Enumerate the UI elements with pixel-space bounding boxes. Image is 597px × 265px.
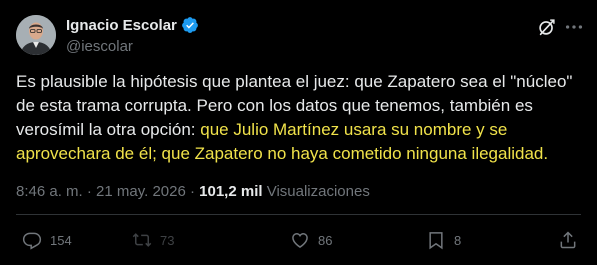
share-icon xyxy=(560,231,576,249)
more-icon[interactable] xyxy=(563,16,585,38)
like-count: 86 xyxy=(318,232,333,248)
repost-icon xyxy=(132,233,152,247)
views-label: Visualizaciones xyxy=(262,183,370,200)
tweet-timestamp[interactable]: 8:46 a. m. · 21 may. 2026 · xyxy=(16,183,199,200)
bookmark-button[interactable]: 8 xyxy=(426,230,461,250)
author-name-row[interactable]: Ignacio Escolar xyxy=(66,16,199,34)
repost-count: 73 xyxy=(160,232,175,248)
avatar[interactable] xyxy=(16,15,56,55)
like-icon xyxy=(292,232,308,248)
bookmark-count: 8 xyxy=(454,232,462,248)
share-button[interactable] xyxy=(558,230,578,250)
verified-badge-icon xyxy=(181,16,199,34)
views-count: 101,2 mil xyxy=(199,183,263,200)
reply-icon xyxy=(22,232,42,250)
grok-icon[interactable] xyxy=(536,16,558,38)
like-button[interactable]: 86 xyxy=(290,230,332,250)
divider xyxy=(16,214,581,215)
tweet-meta: 8:46 a. m. · 21 may. 2026 · 101,2 mil Vi… xyxy=(16,183,370,200)
author-name[interactable]: Ignacio Escolar xyxy=(66,17,177,34)
author-handle[interactable]: @iescolar xyxy=(66,38,133,55)
reply-button[interactable]: 154 xyxy=(22,230,72,250)
bookmark-icon xyxy=(429,232,443,250)
reply-count: 154 xyxy=(50,232,72,248)
repost-button[interactable]: 73 xyxy=(132,230,174,250)
tweet-text: Es plausible la hipótesis que plantea el… xyxy=(16,70,581,166)
